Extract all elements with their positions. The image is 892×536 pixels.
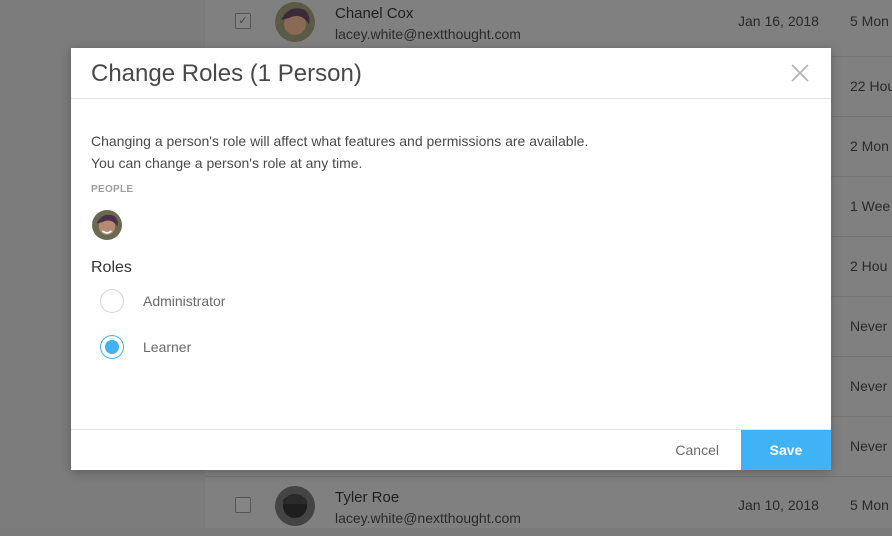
row-email: lacey.white@nextthought.com [335, 510, 521, 526]
dialog-header: Change Roles (1 Person) [71, 48, 831, 99]
cancel-button[interactable]: Cancel [675, 430, 719, 470]
learner-radio[interactable] [100, 335, 124, 359]
row-name: Tyler Roe [335, 489, 400, 506]
description-line: You can change a person's role at any ti… [91, 155, 363, 171]
row-last-active: 1 Wee [850, 198, 891, 214]
radio-selected-dot [105, 340, 119, 354]
description-line: Changing a person's role will affect wha… [91, 133, 589, 149]
avatar [275, 2, 315, 42]
row-checkbox[interactable] [235, 497, 251, 513]
administrator-radio[interactable] [100, 289, 124, 313]
save-button[interactable]: Save [741, 430, 831, 470]
row-last-active: 22 Hou [850, 78, 892, 94]
dialog-footer: Cancel Save [71, 429, 831, 470]
row-email: lacey.white@nextthought.com [335, 26, 521, 42]
row-last-active: Never [850, 378, 888, 394]
avatar [92, 210, 122, 240]
dialog-description: Changing a person's role will affect wha… [91, 130, 588, 174]
close-icon[interactable] [791, 64, 809, 82]
row-last-active: 5 Mon [850, 13, 889, 29]
row-checkbox[interactable]: ✓ [235, 13, 251, 29]
change-roles-dialog: Change Roles (1 Person) Changing a perso… [71, 48, 831, 470]
row-date: Jan 16, 2018 [738, 13, 819, 29]
row-name: Chanel Cox [335, 5, 414, 22]
dialog-title: Change Roles (1 Person) [91, 60, 362, 87]
row-date: Jan 10, 2018 [738, 497, 819, 513]
row-last-active: Never [850, 318, 888, 334]
table-row[interactable]: Tyler Roe lacey.white@nextthought.com Ja… [205, 476, 892, 536]
role-option-administrator[interactable]: Administrator [100, 289, 400, 317]
role-option-learner[interactable]: Learner [100, 335, 400, 363]
row-last-active: 2 Hou [850, 258, 888, 274]
avatar [275, 486, 315, 526]
role-label: Learner [143, 339, 192, 355]
roles-heading: Roles [91, 259, 132, 276]
people-label: PEOPLE [91, 184, 134, 195]
role-label: Administrator [143, 293, 226, 309]
row-last-active: 5 Mon [850, 497, 889, 513]
row-last-active: Never [850, 438, 888, 454]
row-last-active: 2 Mon [850, 138, 889, 154]
